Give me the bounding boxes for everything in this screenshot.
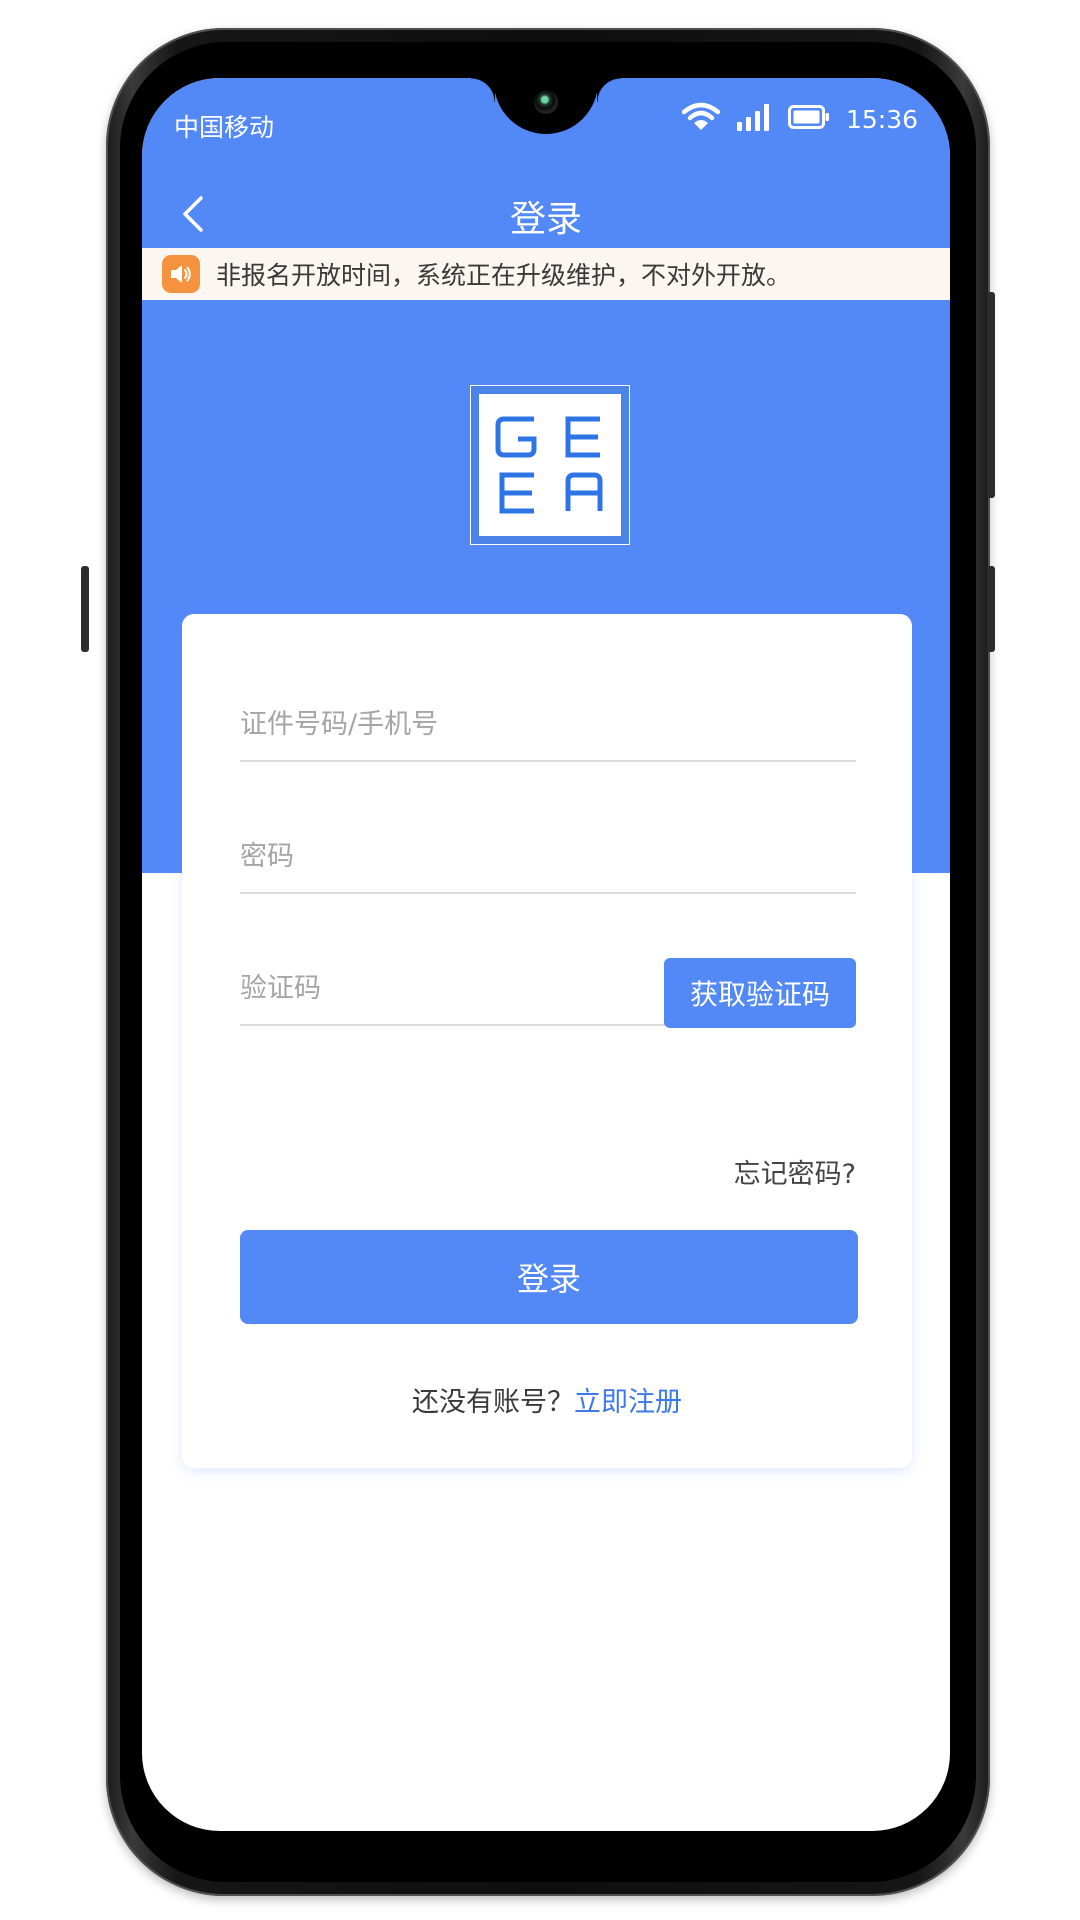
battery-icon bbox=[787, 104, 830, 134]
no-account-text: 还没有账号？ bbox=[412, 1387, 574, 1418]
geea-logo bbox=[470, 385, 630, 545]
login-card: 获取验证码 忘记密码? 登录 还没有账号？立即注册 bbox=[182, 614, 912, 1468]
register-link[interactable]: 立即注册 bbox=[574, 1387, 682, 1418]
stage: 中国移动 15:36 登录 非报名开放时间，系统正在升级维护，不对外开放。 证件… bbox=[0, 0, 1080, 1920]
carrier-label: 中国移动 bbox=[174, 113, 275, 142]
wifi-icon bbox=[681, 102, 721, 136]
verification-code-field: 获取验证码 bbox=[240, 952, 856, 1028]
speaker-icon bbox=[162, 255, 200, 293]
camera-icon bbox=[534, 90, 558, 114]
side-button bbox=[987, 566, 995, 652]
clock: 15:36 bbox=[845, 104, 918, 134]
screen: 中国移动 15:36 登录 非报名开放时间，系统正在升级维护，不对外开放。 证件… bbox=[142, 78, 950, 1831]
volume-button bbox=[81, 566, 89, 652]
forgot-password-link[interactable]: 忘记密码? bbox=[734, 1152, 856, 1191]
register-row: 还没有账号？立即注册 bbox=[182, 1380, 912, 1419]
notice-text: 非报名开放时间，系统正在升级维护，不对外开放。 bbox=[216, 261, 792, 290]
id-field bbox=[240, 688, 856, 762]
login-button[interactable]: 登录 bbox=[240, 1230, 858, 1324]
verification-code-input[interactable] bbox=[240, 952, 640, 1024]
signal-icon bbox=[736, 102, 772, 136]
id-input[interactable] bbox=[240, 688, 856, 760]
power-button bbox=[987, 292, 995, 498]
password-input[interactable] bbox=[240, 820, 856, 892]
notice-banner: 非报名开放时间，系统正在升级维护，不对外开放。 bbox=[142, 248, 950, 300]
get-code-button[interactable]: 获取验证码 bbox=[664, 958, 856, 1028]
status-icons: 15:36 bbox=[681, 102, 918, 136]
password-field bbox=[240, 820, 856, 894]
page-title: 登录 bbox=[509, 199, 582, 240]
